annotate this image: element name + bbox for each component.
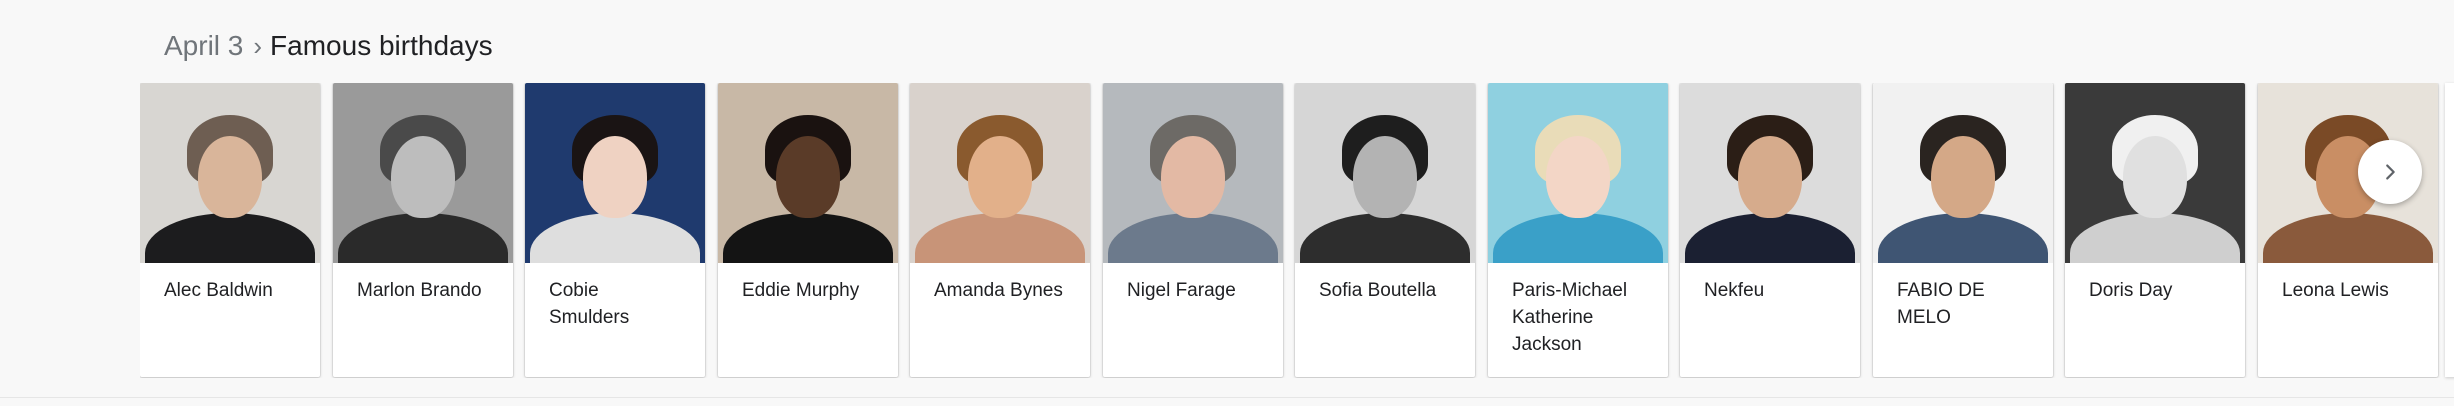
- photo-torso: [723, 213, 893, 263]
- photo-torso: [2263, 213, 2433, 263]
- person-card[interactable]: Marlon Brando: [333, 83, 513, 377]
- photo-torso: [1108, 213, 1278, 263]
- person-photo: [910, 83, 1090, 263]
- photo-face: [1546, 135, 1610, 218]
- photo-torso: [145, 213, 315, 263]
- photo-face: [776, 135, 840, 218]
- breadcrumb-date-link[interactable]: April 3: [164, 28, 243, 64]
- divider: [0, 397, 2454, 398]
- person-photo: [1488, 83, 1668, 263]
- person-photo: [525, 83, 705, 263]
- chevron-right-icon: ›: [253, 31, 263, 61]
- photo-face: [391, 135, 455, 218]
- person-name: Doris Day: [2089, 280, 2173, 301]
- photo-torso: [1300, 213, 1470, 263]
- photo-face: [1353, 135, 1417, 218]
- person-card[interactable]: Alec Baldwin: [140, 83, 320, 377]
- breadcrumb: April 3 › Famous birthdays: [164, 28, 493, 64]
- person-photo: [718, 83, 898, 263]
- person-photo: [333, 83, 513, 263]
- photo-torso: [1878, 213, 2048, 263]
- photo-torso: [1493, 213, 1663, 263]
- person-name: Eddie Murphy: [742, 280, 860, 301]
- birthdays-carousel: Alec Baldwin Marlon Brando Cobie Smulders E…: [140, 83, 2454, 378]
- partial-card: [2445, 83, 2454, 377]
- person-name: FABIO DE MELO: [1897, 280, 1985, 328]
- photo-torso: [338, 213, 508, 263]
- person-name: Sofia Boutella: [1319, 280, 1437, 301]
- photo-face: [1738, 135, 1802, 218]
- person-card[interactable]: Amanda Bynes: [910, 83, 1090, 377]
- person-photo: [140, 83, 320, 263]
- person-name: Alec Baldwin: [164, 280, 273, 301]
- person-card[interactable]: Sofia Boutella: [1295, 83, 1475, 377]
- person-card[interactable]: Doris Day: [2065, 83, 2245, 377]
- person-photo: [1295, 83, 1475, 263]
- card-list: Alec Baldwin Marlon Brando Cobie Smulders E…: [140, 83, 2454, 378]
- person-card[interactable]: Nigel Farage: [1103, 83, 1283, 377]
- person-card[interactable]: Leona Lewis: [2258, 83, 2438, 377]
- photo-torso: [530, 213, 700, 263]
- carousel-next-button[interactable]: [2358, 140, 2422, 204]
- person-name: Leona Lewis: [2282, 280, 2389, 301]
- person-photo: [1680, 83, 1860, 263]
- person-name: Marlon Brando: [357, 280, 482, 301]
- person-name: Nigel Farage: [1127, 280, 1236, 301]
- photo-face: [198, 135, 262, 218]
- photo-face: [968, 135, 1032, 218]
- photo-torso: [915, 213, 1085, 263]
- person-card[interactable]: Eddie Murphy: [718, 83, 898, 377]
- person-card[interactable]: Paris-Michael Katherine Jackson: [1488, 83, 1668, 377]
- photo-torso: [2070, 213, 2240, 263]
- photo-face: [1161, 135, 1225, 218]
- page-title: Famous birthdays: [270, 30, 493, 61]
- person-name: Cobie Smulders: [549, 280, 630, 328]
- person-photo: [1873, 83, 2053, 263]
- person-card[interactable]: FABIO DE MELO: [1873, 83, 2053, 377]
- person-card[interactable]: Nekfeu: [1680, 83, 1860, 377]
- photo-face: [583, 135, 647, 218]
- chevron-right-icon: [2386, 164, 2395, 180]
- photo-face: [1931, 135, 1995, 218]
- photo-face: [2123, 135, 2187, 218]
- person-name: Paris-Michael Katherine Jackson: [1512, 280, 1628, 355]
- person-card[interactable]: Cobie Smulders: [525, 83, 705, 377]
- person-name: Amanda Bynes: [934, 280, 1063, 301]
- person-photo: [2065, 83, 2245, 263]
- person-photo: [1103, 83, 1283, 263]
- person-name: Nekfeu: [1704, 280, 1765, 301]
- photo-torso: [1685, 213, 1855, 263]
